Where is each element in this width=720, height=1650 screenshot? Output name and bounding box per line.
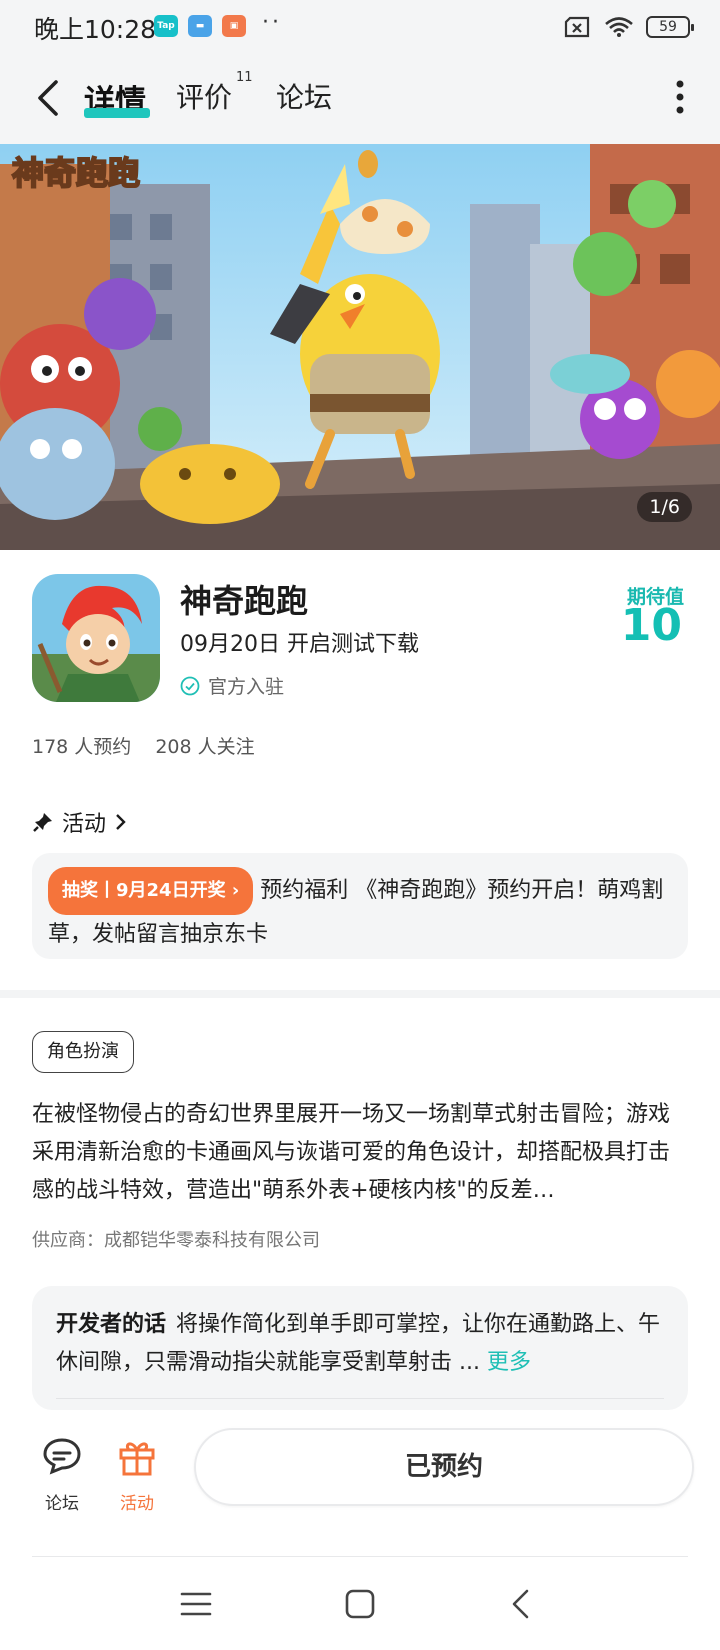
status-bar: 晚上10:28 Tap ▬ ▣ ·· 59 [0, 0, 720, 52]
reserve-count: 178 人预约 [32, 736, 132, 758]
menu-icon[interactable] [176, 1584, 216, 1624]
no-sim-icon [564, 16, 590, 38]
follow-count: 208 人关注 [155, 736, 255, 758]
top-nav: 详情 评价 论坛 [0, 52, 720, 144]
bottom-divider [32, 1556, 688, 1557]
svg-text:神奇跑跑: 神奇跑跑 [12, 154, 140, 192]
status-indicators: 59 [564, 14, 694, 40]
test-date: 09月20日 开启测试下载 [180, 632, 419, 657]
official-label: 官方入驻 [208, 676, 285, 698]
shop-status-icon: ▣ [222, 15, 246, 37]
pin-icon [33, 813, 52, 832]
system-nav-bar [0, 1560, 720, 1650]
back-arrow-icon[interactable] [30, 74, 70, 122]
card-divider [56, 1398, 664, 1399]
activity-label: 活动 [120, 1494, 154, 1514]
activity-button[interactable]: 活动 [107, 1434, 167, 1514]
official-badge: 官方入驻 [180, 672, 284, 699]
more-notifications-icon: ·· [262, 10, 282, 35]
taptap-status-icon: Tap [154, 15, 178, 37]
genre-tag[interactable]: 角色扮演 [32, 1031, 134, 1073]
card-status-icon: ▬ [188, 15, 212, 37]
home-icon[interactable] [340, 1584, 380, 1624]
activity-card[interactable]: 抽奖丨9月24日开奖 › 预约福利 《神奇跑跑》预约开启！萌鸡割草，发帖留言抽京… [32, 853, 688, 959]
tab-forum[interactable]: 论坛 [276, 76, 332, 116]
screenshot-carousel[interactable]: 神奇跑跑 1/6 [0, 144, 720, 550]
chat-bubble-icon [43, 1438, 81, 1475]
game-stats: 178 人预约 208 人关注 [32, 732, 255, 759]
forum-label: 论坛 [45, 1494, 79, 1514]
activity-title: 活动 [62, 812, 107, 837]
reserved-button[interactable]: 已预约 [194, 1428, 694, 1506]
bottom-action-bar: 论坛 活动 已预约 [0, 1410, 720, 1556]
reviews-count-badge: 11 [236, 70, 253, 85]
supplier-info: 供应商：成都铠华零泰科技有限公司 [32, 1230, 320, 1251]
lottery-tag-label: 抽奖丨9月24日开奖 [62, 880, 226, 901]
activity-header[interactable]: 活动 [32, 806, 128, 838]
more-link[interactable]: 更多 [487, 1350, 531, 1375]
back-icon[interactable] [502, 1584, 542, 1624]
game-description[interactable]: 在被怪物侵占的奇幻世界里展开一场又一场割草式射击冒险；游戏采用清新治愈的卡通画风… [32, 1096, 688, 1210]
tab-reviews[interactable]: 评价 [176, 76, 232, 116]
expectation-value: 10 [620, 600, 682, 651]
game-title: 神奇跑跑 [180, 582, 309, 620]
game-app-icon [32, 574, 160, 702]
battery-indicator: 59 [646, 16, 694, 38]
gift-icon [119, 1442, 155, 1476]
developer-note-card[interactable]: 开发者的话 将操作简化到单手即可掌控，让你在通勤路上、午休间隙，只需滑动指尖就能享… [32, 1286, 688, 1410]
game-banner-image: 神奇跑跑 [0, 144, 720, 550]
status-time: 晚上10:28 [34, 15, 157, 44]
section-divider [0, 990, 720, 998]
carousel-counter: 1/6 [637, 492, 692, 522]
activity-content: 抽奖丨9月24日开奖 › 预约福利 《神奇跑跑》预约开启！萌鸡割草，发帖留言抽京… [48, 867, 672, 955]
check-circle-icon [180, 676, 200, 695]
forum-button[interactable]: 论坛 [32, 1434, 92, 1514]
more-options-icon[interactable] [676, 80, 684, 114]
wifi-icon [605, 17, 633, 37]
active-tab-indicator [84, 108, 150, 118]
lottery-tag: 抽奖丨9月24日开奖 › [48, 867, 254, 915]
chevron-right-icon [116, 814, 126, 830]
developer-note-label: 开发者的话 [56, 1312, 167, 1337]
